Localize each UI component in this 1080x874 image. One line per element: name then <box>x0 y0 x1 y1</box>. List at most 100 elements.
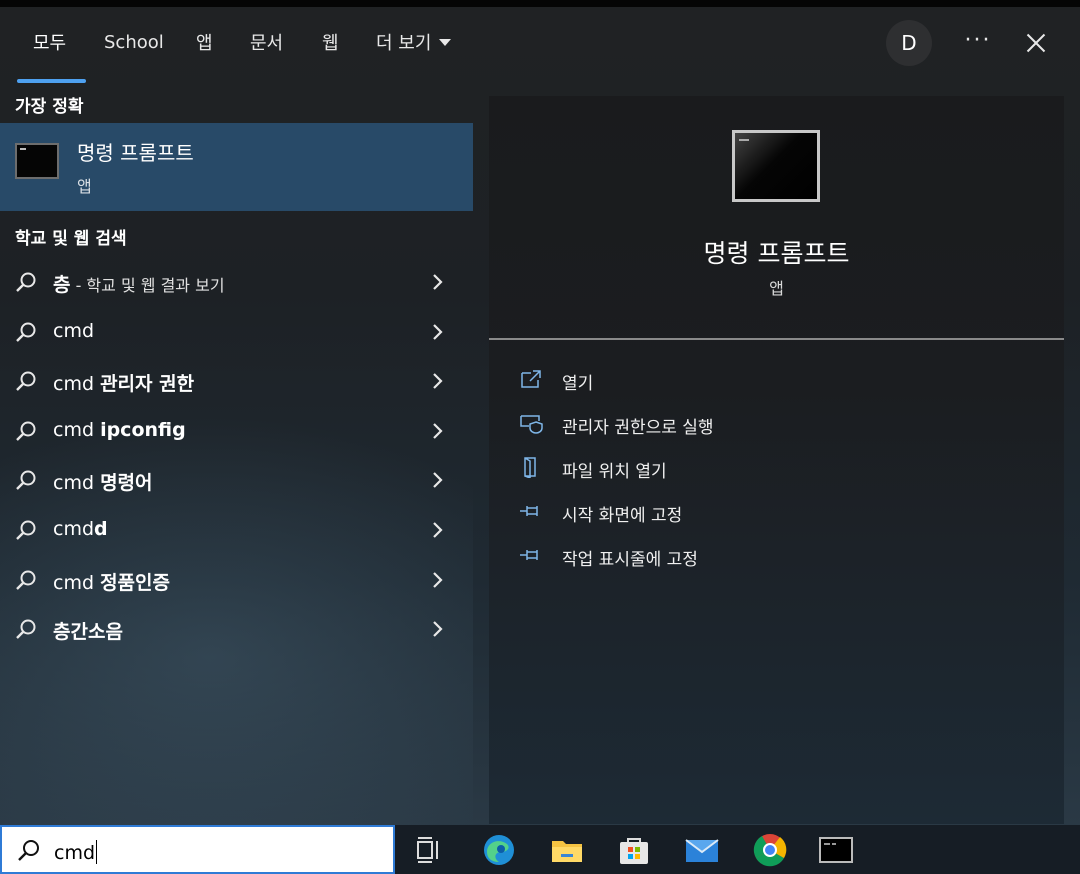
search-icon <box>16 520 36 540</box>
tab-documents[interactable]: 문서 <box>250 27 283 57</box>
shield-icon <box>520 415 543 434</box>
suggestion-text: cmd 정품인증 <box>53 568 170 595</box>
suggestion-match: ipconfig <box>100 419 186 441</box>
task-view-icon[interactable] <box>410 832 446 868</box>
search-suggestion[interactable]: cmd 정품인증 <box>0 557 473 603</box>
mail-icon[interactable] <box>684 832 720 868</box>
search-icon <box>16 371 36 391</box>
tab-label: 문서 <box>250 33 284 54</box>
chevron-right-icon[interactable] <box>426 370 448 392</box>
search-icon <box>16 619 36 639</box>
tab-label: 더 보기 <box>376 33 432 54</box>
tab-school[interactable]: School <box>104 27 164 57</box>
suggestion-match: d <box>94 518 108 540</box>
pin-icon <box>520 550 538 560</box>
tab-label: 모두 <box>33 33 67 54</box>
action-label: 관리자 권한으로 실행 <box>562 418 714 438</box>
action-label: 열기 <box>562 374 594 394</box>
filter-tabs: 모두 School 앱 문서 웹 더 보기 <box>0 7 880 83</box>
tab-web[interactable]: 웹 <box>322 27 339 57</box>
suggestion-match: 층 <box>53 274 71 296</box>
search-query: cmd <box>54 840 98 864</box>
tab-apps[interactable]: 앱 <box>196 27 213 57</box>
search-input[interactable]: cmd <box>0 825 395 874</box>
suggestion-prefix: cmd <box>53 572 101 594</box>
suggestion-text: cmd ipconfig <box>53 419 186 441</box>
command-prompt-icon <box>732 130 820 202</box>
best-match-type: 앱 <box>77 177 92 196</box>
suggestion-suffix: - 학교 및 웹 결과 보기 <box>70 276 225 295</box>
more-options-button[interactable]: ··· <box>958 28 998 58</box>
chevron-right-icon[interactable] <box>426 469 448 491</box>
terminal-icon[interactable] <box>818 832 854 868</box>
store-icon[interactable] <box>616 832 652 868</box>
suggestion-match: 정품인증 <box>100 572 170 594</box>
search-suggestion[interactable]: cmd 관리자 권한 <box>0 358 473 404</box>
file-location-icon <box>524 457 536 478</box>
file-explorer-icon[interactable] <box>549 832 585 868</box>
search-suggestion[interactable]: cmd <box>0 309 473 355</box>
search-suggestion[interactable]: 층간소음 <box>0 606 473 652</box>
tab-label: 웹 <box>322 33 339 54</box>
tab-more[interactable]: 더 보기 <box>376 27 452 57</box>
chevron-right-icon[interactable] <box>426 420 448 442</box>
chevron-right-icon[interactable] <box>426 569 448 591</box>
suggestion-prefix: cmd <box>53 518 95 540</box>
suggestion-match: 명령어 <box>100 472 153 494</box>
tab-label: 앱 <box>196 33 213 54</box>
account-avatar[interactable]: D <box>886 20 932 66</box>
suggestion-prefix: cmd <box>53 373 101 395</box>
tab-label: School <box>104 31 164 53</box>
best-match-heading: 가장 정확 <box>15 97 84 117</box>
suggestion-text: cmd 관리자 권한 <box>53 369 194 396</box>
suggestion-prefix: cmd <box>53 419 101 441</box>
chevron-right-icon[interactable] <box>426 519 448 541</box>
close-button[interactable] <box>1018 22 1054 62</box>
text-cursor <box>96 840 98 864</box>
search-icon <box>18 840 39 861</box>
search-icon <box>16 322 36 342</box>
action-label: 파일 위치 열기 <box>562 462 667 482</box>
search-icon <box>16 421 36 441</box>
chrome-icon[interactable] <box>752 832 788 868</box>
action-label: 작업 표시줄에 고정 <box>562 550 698 570</box>
command-prompt-icon <box>15 143 59 179</box>
active-tab-indicator <box>17 79 86 83</box>
web-search-heading: 학교 및 웹 검색 <box>15 229 127 249</box>
suggestion-text: cmd 명령어 <box>53 468 153 495</box>
search-suggestion[interactable]: 층 - 학교 및 웹 결과 보기 <box>0 259 473 305</box>
action-pin-start[interactable]: 시작 화면에 고정 <box>519 498 919 528</box>
action-open-file-location[interactable]: 파일 위치 열기 <box>519 454 919 484</box>
action-pin-taskbar[interactable]: 작업 표시줄에 고정 <box>519 542 919 572</box>
suggestion-match: 층간소음 <box>53 621 123 643</box>
best-match-item[interactable]: 명령 프롬프트 앱 <box>0 123 473 211</box>
suggestion-match: 관리자 권한 <box>100 373 195 395</box>
suggestion-prefix: cmd <box>53 320 95 342</box>
detail-type: 앱 <box>769 279 784 298</box>
action-run-as-admin[interactable]: 관리자 권한으로 실행 <box>519 410 919 440</box>
chevron-right-icon[interactable] <box>426 618 448 640</box>
search-query-text: cmd <box>54 842 96 864</box>
search-suggestion[interactable]: cmd 명령어 <box>0 457 473 503</box>
search-suggestion[interactable]: cmdd <box>0 507 473 553</box>
detail-title: 명령 프롬프트 <box>703 239 850 268</box>
best-match-title: 명령 프롬프트 <box>77 141 194 165</box>
chevron-right-icon[interactable] <box>426 271 448 293</box>
suggestion-text: 층 - 학교 및 웹 결과 보기 <box>53 270 225 297</box>
pin-icon <box>520 506 538 516</box>
action-label: 시작 화면에 고정 <box>562 506 683 526</box>
edge-icon[interactable] <box>481 832 517 868</box>
divider <box>489 338 1064 340</box>
chevron-right-icon[interactable] <box>426 321 448 343</box>
suggestion-text: 층간소음 <box>53 617 123 644</box>
search-icon <box>16 272 36 292</box>
suggestion-text: cmd <box>53 320 94 342</box>
suggestion-prefix: cmd <box>53 472 101 494</box>
action-open[interactable]: 열기 <box>519 366 919 396</box>
chevron-down-icon <box>439 38 452 46</box>
avatar-initial: D <box>901 31 917 55</box>
search-suggestion[interactable]: cmd ipconfig <box>0 408 473 454</box>
suggestion-text: cmdd <box>53 518 108 540</box>
tab-all[interactable]: 모두 <box>33 27 66 57</box>
detail-pane: 명령 프롬프트 앱 열기 관리자 권한으로 실행 파일 위치 열기 시작 화면에… <box>489 96 1064 824</box>
